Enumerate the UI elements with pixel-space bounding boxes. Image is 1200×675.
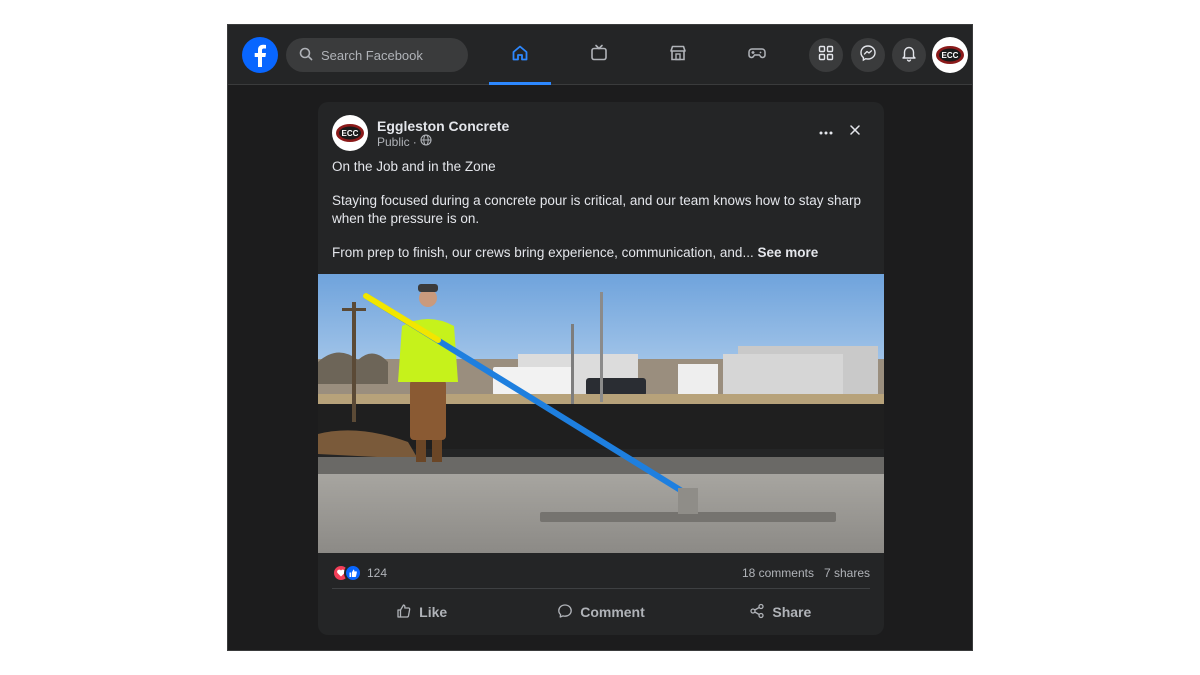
post-card: ECC Eggleston Concrete Public · On the J… bbox=[318, 102, 884, 635]
home-icon bbox=[510, 43, 530, 68]
stats-divider bbox=[332, 588, 870, 589]
share-button[interactable]: Share bbox=[691, 595, 870, 629]
svg-text:ECC: ECC bbox=[942, 51, 959, 60]
ecc-logo-icon: ECC bbox=[336, 124, 364, 142]
like-reaction-icon bbox=[344, 564, 362, 582]
tab-gaming[interactable] bbox=[726, 25, 788, 85]
post-title-line: On the Job and in the Zone bbox=[332, 159, 496, 174]
see-more-link[interactable]: See more bbox=[757, 245, 818, 260]
top-nav-bar: Search Facebook ECC bbox=[228, 25, 972, 85]
visibility-label: Public bbox=[377, 134, 410, 149]
search-placeholder: Search Facebook bbox=[321, 47, 423, 63]
page-avatar[interactable]: ECC bbox=[332, 115, 368, 151]
menu-button[interactable] bbox=[809, 38, 843, 72]
more-dots-icon bbox=[819, 122, 833, 140]
profile-avatar[interactable]: ECC bbox=[932, 37, 968, 73]
post-stats: 124 18 comments 7 shares bbox=[332, 563, 870, 583]
post-photo[interactable] bbox=[318, 274, 884, 553]
menu-grid-icon bbox=[818, 45, 834, 66]
tab-marketplace[interactable] bbox=[647, 25, 709, 85]
reaction-count: 124 bbox=[367, 566, 388, 580]
comments-count[interactable]: 18 comments bbox=[742, 566, 814, 580]
search-bar[interactable]: Search Facebook bbox=[286, 38, 468, 72]
search-icon bbox=[299, 47, 313, 64]
ecc-logo-icon: ECC bbox=[936, 46, 964, 64]
messenger-button[interactable] bbox=[851, 38, 885, 72]
comment-button[interactable]: Comment bbox=[511, 595, 690, 629]
shares-count[interactable]: 7 shares bbox=[824, 566, 870, 580]
page-name-link[interactable]: Eggleston Concrete bbox=[377, 118, 509, 134]
notifications-button[interactable] bbox=[892, 38, 926, 72]
svg-text:ECC: ECC bbox=[342, 129, 359, 138]
close-post-button[interactable] bbox=[843, 119, 867, 143]
thumbs-up-icon bbox=[396, 603, 412, 622]
tab-video[interactable] bbox=[568, 25, 630, 85]
like-button[interactable]: Like bbox=[332, 595, 511, 629]
post-paragraph-2: From prep to finish, our crews bring exp… bbox=[332, 245, 819, 260]
meta-separator: · bbox=[412, 134, 417, 149]
facebook-logo-icon[interactable] bbox=[242, 37, 278, 73]
marketplace-icon bbox=[668, 43, 688, 68]
comment-icon bbox=[557, 603, 573, 622]
tab-home[interactable] bbox=[489, 25, 551, 85]
post-text: On the Job and in the Zone Staying focus… bbox=[332, 158, 872, 278]
gaming-icon bbox=[747, 43, 767, 68]
share-label: Share bbox=[772, 604, 812, 620]
like-label: Like bbox=[419, 604, 448, 620]
video-icon bbox=[589, 43, 609, 68]
share-icon bbox=[749, 603, 765, 622]
post-actions: Like Comment Share bbox=[332, 595, 870, 629]
messenger-icon bbox=[859, 44, 877, 67]
comment-label: Comment bbox=[580, 604, 645, 620]
globe-icon[interactable] bbox=[420, 134, 432, 149]
bell-icon bbox=[900, 44, 918, 67]
post-meta: Public · bbox=[377, 134, 432, 149]
post-paragraph-1: Staying focused during a concrete pour i… bbox=[332, 193, 862, 226]
more-options-button[interactable] bbox=[814, 119, 838, 143]
reactions-summary[interactable]: 124 bbox=[332, 564, 387, 582]
engagement-counts: 18 comments 7 shares bbox=[742, 566, 870, 580]
close-icon bbox=[850, 122, 860, 140]
browser-frame: Search Facebook ECC ECC Eggleston Concre… bbox=[227, 24, 973, 651]
